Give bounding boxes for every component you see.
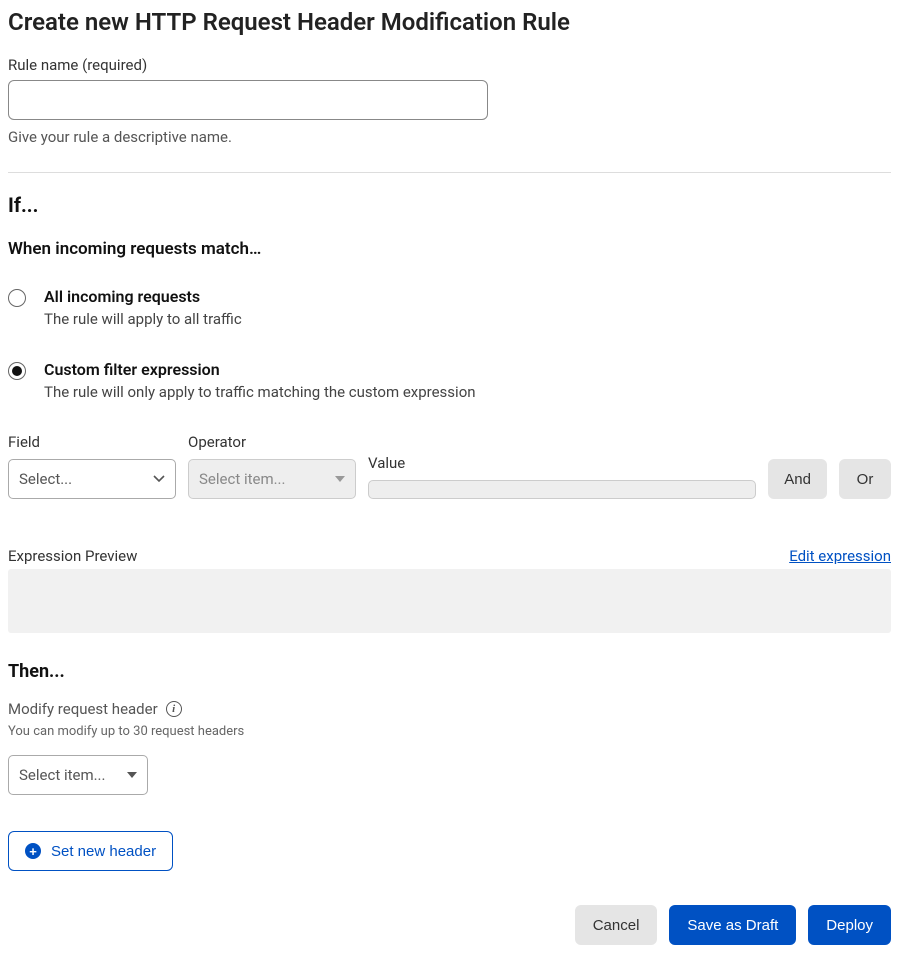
divider	[8, 172, 891, 173]
radio-title: Custom filter expression	[44, 360, 891, 379]
chevron-down-icon	[153, 475, 165, 483]
filter-operator-select[interactable]: Select item...	[188, 459, 356, 499]
radio-option-all[interactable]: All incoming requests The rule will appl…	[8, 287, 891, 328]
if-heading: If...	[8, 193, 891, 217]
expression-preview-label: Expression Preview	[8, 547, 137, 565]
header-action-select[interactable]: Select item...	[8, 755, 148, 795]
radio-title: All incoming requests	[44, 287, 891, 306]
filter-field-select[interactable]: Select...	[8, 459, 176, 499]
radio-option-custom[interactable]: Custom filter expression The rule will o…	[8, 360, 891, 401]
modify-request-header-label: Modify request header	[8, 700, 158, 718]
and-button[interactable]: And	[768, 459, 827, 499]
radio-desc: The rule will apply to all traffic	[44, 310, 891, 328]
filter-value-input[interactable]	[368, 480, 756, 499]
expression-preview-box	[8, 569, 891, 633]
rule-name-input[interactable]	[8, 80, 488, 120]
radio-desc: The rule will only apply to traffic matc…	[44, 383, 891, 401]
or-button[interactable]: Or	[839, 459, 891, 499]
save-draft-button[interactable]: Save as Draft	[669, 905, 796, 945]
filter-value-label: Value	[368, 454, 756, 472]
header-action-placeholder: Select item...	[19, 766, 105, 784]
caret-down-icon	[335, 476, 345, 482]
radio-icon[interactable]	[8, 289, 26, 307]
filter-operator-placeholder: Select item...	[199, 470, 285, 488]
deploy-button[interactable]: Deploy	[808, 905, 891, 945]
plus-icon: +	[25, 843, 41, 859]
info-icon[interactable]: i	[166, 701, 182, 717]
radio-icon[interactable]	[8, 362, 26, 380]
page-title: Create new HTTP Request Header Modificat…	[8, 8, 891, 36]
filter-operator-label: Operator	[188, 433, 356, 451]
cancel-button[interactable]: Cancel	[575, 905, 658, 945]
set-new-header-button[interactable]: + Set new header	[8, 831, 173, 871]
then-heading: Then...	[8, 661, 891, 682]
modify-helper: You can modify up to 30 request headers	[8, 724, 891, 739]
caret-down-icon	[127, 772, 137, 778]
set-new-header-label: Set new header	[51, 843, 156, 860]
filter-field-label: Field	[8, 433, 176, 451]
if-sub-heading: When incoming requests match…	[8, 239, 891, 259]
filter-field-placeholder: Select...	[19, 470, 72, 488]
edit-expression-link[interactable]: Edit expression	[789, 547, 891, 565]
rule-name-helper: Give your rule a descriptive name.	[8, 128, 891, 146]
rule-name-label: Rule name (required)	[8, 56, 891, 74]
